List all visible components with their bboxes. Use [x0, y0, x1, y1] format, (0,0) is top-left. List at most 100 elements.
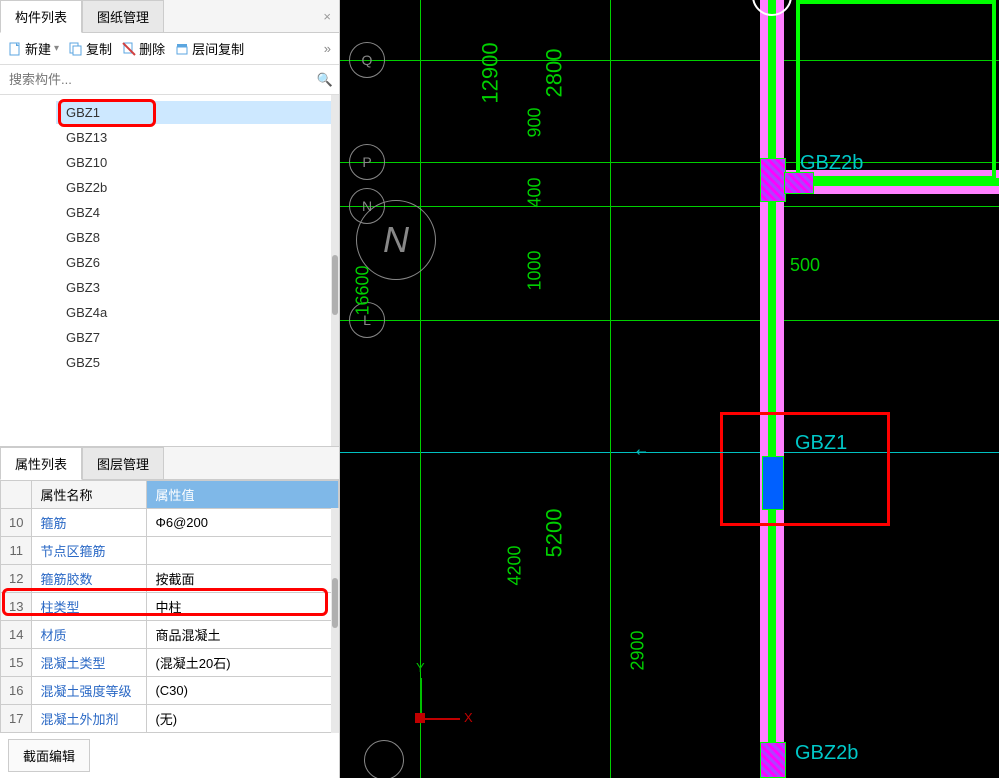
dim-400: 400: [525, 177, 546, 207]
list-item[interactable]: GBZ4a: [56, 301, 339, 324]
list-item[interactable]: GBZ6: [56, 251, 339, 274]
list-item[interactable]: GBZ2b: [56, 176, 339, 199]
axis-p: P: [349, 144, 385, 180]
layer-copy-icon: [175, 42, 189, 56]
layer-copy-label: 层间复制: [192, 39, 244, 58]
list-item[interactable]: GBZ7: [56, 326, 339, 349]
expand-icon[interactable]: »: [324, 41, 331, 56]
prop-name: 箍筋: [32, 509, 147, 537]
rownum: 16: [1, 677, 32, 705]
rownum: 15: [1, 649, 32, 677]
marker-gbz1[interactable]: [762, 456, 784, 510]
tab-layer-mgmt[interactable]: 图层管理: [82, 447, 164, 479]
axis-q: Q: [349, 42, 385, 78]
leader-arrow-icon: ↙: [632, 442, 651, 461]
dim-16600: 16600: [353, 265, 374, 315]
prop-value[interactable]: 中柱: [147, 593, 339, 621]
list-item[interactable]: GBZ5: [56, 351, 339, 374]
table-row[interactable]: 17混凝土外加剂(无): [1, 705, 339, 733]
prop-value[interactable]: Φ6@200: [147, 509, 339, 537]
delete-button[interactable]: 删除: [122, 39, 165, 58]
rownum: 17: [1, 705, 32, 733]
prop-value[interactable]: (无): [147, 705, 339, 733]
search-row: 🔍: [0, 65, 339, 95]
leader-line: [640, 452, 760, 453]
tab-component-list[interactable]: 构件列表: [0, 0, 82, 33]
new-button[interactable]: 新建 ▾: [8, 39, 59, 58]
tab-drawing-mgmt[interactable]: 图纸管理: [82, 0, 164, 32]
list-item[interactable]: GBZ1: [56, 101, 339, 124]
list-item[interactable]: GBZ3: [56, 276, 339, 299]
search-input[interactable]: [6, 69, 317, 90]
prop-name: 混凝土外加剂: [32, 705, 147, 733]
prop-name: 柱类型: [32, 593, 147, 621]
table-row[interactable]: 10箍筋Φ6@200: [1, 509, 339, 537]
marker-gbz2b-top[interactable]: [760, 158, 786, 202]
prop-name: 箍筋胶数: [32, 565, 147, 593]
layer-copy-button[interactable]: 层间复制: [175, 39, 244, 58]
rownum: 12: [1, 565, 32, 593]
dropdown-icon: ▾: [54, 43, 59, 54]
highlight-box-cad-gbz1: [720, 412, 890, 526]
axis-bubble-bottom: [364, 740, 404, 778]
dim-500: 500: [790, 255, 820, 276]
list-item[interactable]: GBZ10: [56, 151, 339, 174]
marker-gbz2b-bot[interactable]: [760, 742, 786, 778]
label-gbz1: GBZ1: [795, 432, 847, 455]
delete-label: 删除: [139, 39, 165, 58]
col-rownum: [1, 481, 32, 509]
rownum: 14: [1, 621, 32, 649]
prop-value[interactable]: (C30): [147, 677, 339, 705]
dim-4200: 4200: [505, 545, 526, 585]
component-toolbar: 新建 ▾ 复制 删除 层间复制 »: [0, 33, 339, 65]
rownum: 11: [1, 537, 32, 565]
scrollbar[interactable]: [331, 508, 339, 733]
prop-value[interactable]: [147, 537, 339, 565]
close-icon[interactable]: ×: [315, 9, 339, 24]
new-icon: [8, 42, 22, 56]
tab-property-list[interactable]: 属性列表: [0, 447, 82, 480]
table-row[interactable]: 15混凝土类型(混凝土20石): [1, 649, 339, 677]
prop-value[interactable]: 按截面: [147, 565, 339, 593]
label-gbz2b-bot: GBZ2b: [795, 742, 858, 765]
dim-12900: 12900: [478, 42, 504, 103]
new-label: 新建: [25, 39, 51, 58]
prop-name: 材质: [32, 621, 147, 649]
section-edit-button[interactable]: 截面编辑: [8, 739, 90, 772]
component-panel-header: 构件列表 图纸管理 ×: [0, 0, 339, 33]
prop-name: 节点区箍筋: [32, 537, 147, 565]
property-table: 属性名称 属性值 10箍筋Φ6@20011节点区箍筋12箍筋胶数按截面13柱类型…: [0, 480, 339, 733]
delete-icon: [122, 42, 136, 56]
dim-900: 900: [525, 107, 546, 137]
table-row[interactable]: 12箍筋胶数按截面: [1, 565, 339, 593]
copy-button[interactable]: 复制: [69, 39, 112, 58]
table-row[interactable]: 16混凝土强度等级(C30): [1, 677, 339, 705]
scrollbar[interactable]: [331, 95, 339, 446]
rownum: 13: [1, 593, 32, 621]
dim-1000: 1000: [525, 250, 546, 290]
list-item[interactable]: GBZ8: [56, 226, 339, 249]
white-circle: [752, 0, 792, 16]
table-row[interactable]: 14材质商品混凝土: [1, 621, 339, 649]
list-item[interactable]: GBZ4: [56, 201, 339, 224]
label-gbz2b-top: GBZ2b: [800, 152, 863, 175]
copy-icon: [69, 42, 83, 56]
prop-value[interactable]: (混凝土20石): [147, 649, 339, 677]
table-row[interactable]: 13柱类型中柱: [1, 593, 339, 621]
dim-2800: 2800: [541, 49, 567, 98]
marker-gbz2b-top-ext[interactable]: [784, 172, 814, 194]
gizmo-x-label: X: [464, 710, 473, 725]
col-name[interactable]: 属性名称: [32, 481, 147, 509]
list-item[interactable]: GBZ13: [56, 126, 339, 149]
dim-5200: 5200: [541, 509, 567, 558]
property-panel-header: 属性列表 图层管理: [0, 447, 339, 480]
rownum: 10: [1, 509, 32, 537]
table-row[interactable]: 11节点区箍筋: [1, 537, 339, 565]
prop-name: 混凝土强度等级: [32, 677, 147, 705]
cad-canvas[interactable]: Q P N L N 12900 2800 900 400 1000 16600 …: [340, 0, 999, 778]
gizmo-y-label: Y: [416, 660, 425, 675]
search-icon[interactable]: 🔍: [317, 72, 333, 88]
prop-value[interactable]: 商品混凝土: [147, 621, 339, 649]
dim-2900: 2900: [628, 630, 649, 670]
col-value[interactable]: 属性值: [147, 481, 339, 509]
